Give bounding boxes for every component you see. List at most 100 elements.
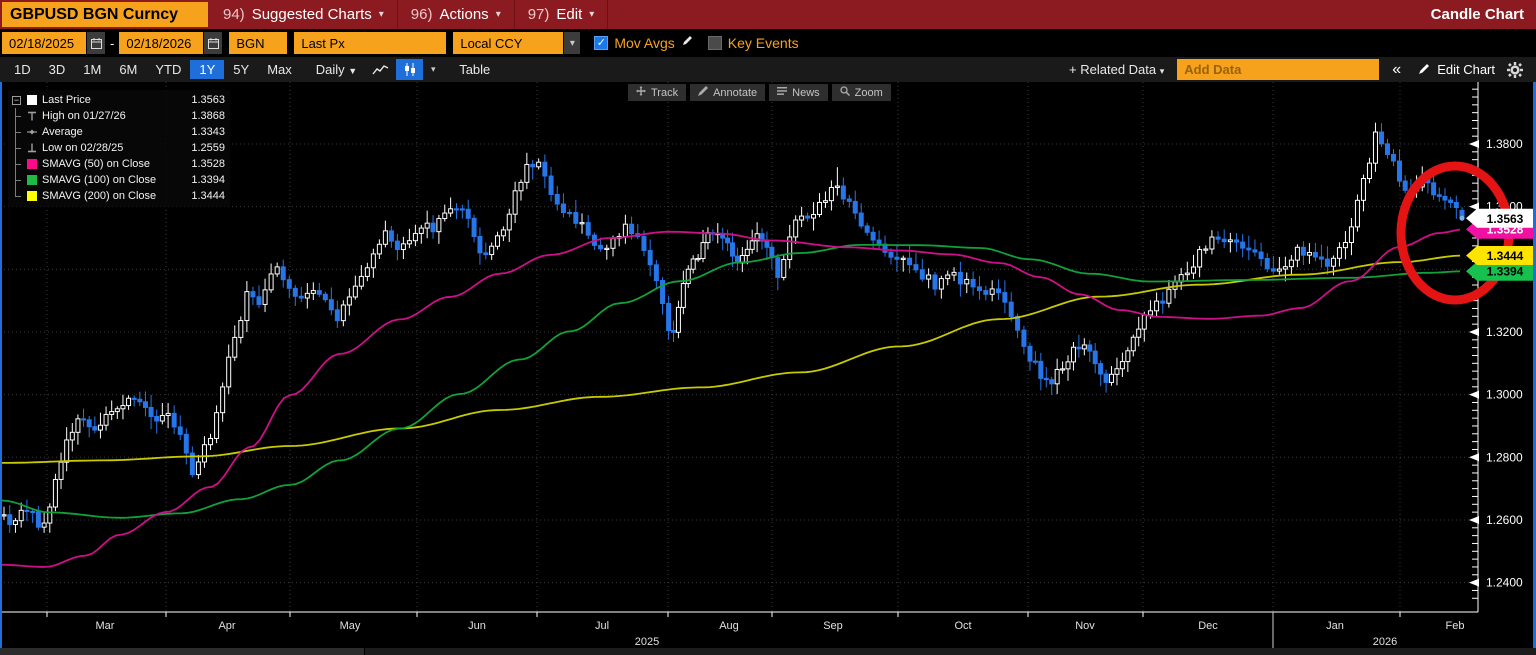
legend-value: 1.3868 — [191, 110, 225, 122]
legend-label: High on 01/27/26 — [42, 110, 126, 122]
annotate-icon — [698, 86, 708, 99]
menu-number: 96) — [411, 6, 433, 23]
legend-label: SMAVG (200) on Close — [42, 190, 156, 202]
range-tab-3d[interactable]: 3D — [40, 60, 75, 79]
range-tab-ytd[interactable]: YTD — [146, 60, 190, 79]
high-marker-icon — [27, 111, 37, 121]
menu-label: Actions — [439, 6, 488, 23]
legend-row-2[interactable]: High on 01/27/26 1.3868 — [11, 108, 225, 124]
price-badges: 1.35281.35631.33941.3444 — [1466, 209, 1533, 281]
smavg-100-line — [2, 245, 1460, 518]
range-tab-max[interactable]: Max — [258, 60, 301, 79]
zoom-icon — [840, 86, 850, 99]
month-label: Jun — [468, 620, 486, 632]
legend-row-3[interactable]: Average 1.3343 — [11, 124, 225, 140]
legend-tree-line — [11, 156, 22, 172]
legend-value: 1.3563 — [191, 94, 225, 106]
legend-row-5[interactable]: SMAVG (50) on Close1.3528 — [11, 156, 225, 172]
month-label: Apr — [218, 620, 235, 632]
legend-row-7[interactable]: SMAVG (200) on Close 1.3444 — [11, 188, 225, 204]
legend-tree-line — [11, 124, 22, 140]
pencil-icon[interactable] — [681, 34, 694, 52]
ticker-field[interactable]: GBPUSD BGN Curncy — [2, 2, 208, 27]
range-tab-6m[interactable]: 6M — [110, 60, 146, 79]
period-dropdown[interactable]: Daily ▼ — [307, 60, 366, 79]
svg-text:1.3563: 1.3563 — [1487, 212, 1524, 226]
collapse-panel-button[interactable]: « — [1383, 61, 1410, 79]
range-tab-1y[interactable]: 1Y — [190, 60, 224, 79]
legend-collapse-icon[interactable]: − — [12, 96, 21, 105]
key-events-checkbox[interactable] — [708, 36, 722, 50]
news-button[interactable]: News — [769, 84, 828, 101]
menu-edit[interactable]: 97) Edit ▾ — [515, 0, 609, 29]
price-field[interactable]: Last Px — [294, 32, 446, 54]
zoom-button[interactable]: Zoom — [832, 84, 891, 101]
edit-chart-button[interactable]: Edit Chart — [1410, 62, 1503, 78]
table-button[interactable]: Table — [450, 60, 499, 79]
price-badge-1.3563: 1.3563 — [1466, 209, 1533, 228]
legend-row-4[interactable]: Low on 02/28/251.2559 — [11, 140, 225, 156]
legend-value: 1.3343 — [191, 126, 225, 138]
track-icon — [636, 86, 646, 99]
menu-number: 94) — [223, 6, 245, 23]
month-label: Nov — [1075, 620, 1095, 632]
y-axis-label: 1.2400 — [1486, 576, 1523, 590]
date-from-field[interactable]: 02/18/2025 — [2, 32, 86, 54]
calendar-icon[interactable] — [204, 32, 222, 54]
gear-icon[interactable] — [1503, 62, 1531, 78]
legend-row-1[interactable]: −Last Price1.3563 — [11, 92, 225, 108]
candle-chart-icon[interactable] — [396, 59, 423, 80]
month-label: Jul — [595, 620, 609, 632]
annotate-button[interactable]: Annotate — [690, 84, 765, 101]
time-axis[interactable]: MarAprMayJunJulAugSepOctNovDecJanFeb2025… — [47, 612, 1464, 648]
legend-swatch — [27, 175, 37, 185]
menu-suggested-charts[interactable]: 94) Suggested Charts ▾ — [210, 0, 398, 29]
related-data-button[interactable]: + Related Data ▾ — [1060, 60, 1173, 79]
chart-legend: −Last Price1.3563 High on 01/27/26 1.3868 A… — [8, 90, 230, 207]
range-tabs: 1D3D1M6MYTD1Y5YMax — [5, 60, 301, 79]
range-tab-1m[interactable]: 1M — [74, 60, 110, 79]
check-icon: ✓ — [597, 38, 606, 49]
legend-row-6[interactable]: SMAVG (100) on Close1.3394 — [11, 172, 225, 188]
menu-actions[interactable]: 96) Actions ▾ — [398, 0, 515, 29]
add-data-input[interactable]: Add Data — [1177, 59, 1379, 80]
mov-avgs-checkbox[interactable]: ✓ — [594, 36, 608, 50]
currency-field[interactable]: Local CCY — [453, 32, 563, 54]
range-tab-1d[interactable]: 1D — [5, 60, 40, 79]
legend-label: SMAVG (100) on Close — [42, 174, 156, 186]
mov-avgs-label: Mov Avgs — [608, 35, 680, 51]
chevron-down-icon: ▾ — [379, 9, 384, 20]
chevron-down-icon: ▾ — [589, 9, 594, 20]
ticker-text: GBPUSD BGN Curncy — [10, 6, 178, 24]
legend-value: 1.3444 — [191, 190, 225, 202]
menu-label: Suggested Charts — [252, 6, 372, 23]
smavg-200-line — [2, 256, 1460, 463]
average-marker-icon — [27, 127, 37, 137]
currency-dropdown-button[interactable]: ▾ — [564, 32, 580, 54]
last-tick-dot — [1460, 216, 1465, 221]
legend-tree-line — [11, 188, 22, 204]
menu-number: 97) — [528, 6, 550, 23]
date-to-field[interactable]: 02/18/2026 — [119, 32, 203, 54]
month-label: Oct — [954, 620, 971, 632]
bloomberg-candle-chart-window: GBPUSD BGN Curncy 94) Suggested Charts ▾… — [0, 0, 1536, 655]
calendar-icon[interactable] — [87, 32, 105, 54]
legend-label: SMAVG (50) on Close — [42, 158, 150, 170]
legend-swatch — [27, 95, 37, 105]
news-icon — [777, 86, 787, 99]
legend-label: Average — [42, 126, 83, 138]
line-chart-icon[interactable] — [367, 59, 394, 80]
range-tab-5y[interactable]: 5Y — [224, 60, 258, 79]
track-button[interactable]: Track — [628, 84, 686, 101]
legend-swatch — [27, 159, 37, 169]
chart-type-dropdown[interactable]: ▾ — [424, 59, 442, 80]
chart-toolbar: 1D3D1M6MYTD1Y5YMax Daily ▼ ▾ Table + Rel… — [0, 57, 1536, 82]
title-bar: GBPUSD BGN Curncy 94) Suggested Charts ▾… — [0, 0, 1536, 29]
y-axis-label: 1.3000 — [1486, 388, 1523, 402]
pencil-icon — [1418, 62, 1431, 78]
y-axis-label: 1.3200 — [1486, 325, 1523, 339]
source-field[interactable]: BGN — [229, 32, 287, 54]
legend-label: Low on 02/28/25 — [42, 142, 123, 154]
chart-type-title: Candle Chart — [1431, 0, 1536, 29]
price-chart-plot-area[interactable]: 1.38001.36001.34001.32001.30001.28001.26… — [0, 82, 1536, 648]
